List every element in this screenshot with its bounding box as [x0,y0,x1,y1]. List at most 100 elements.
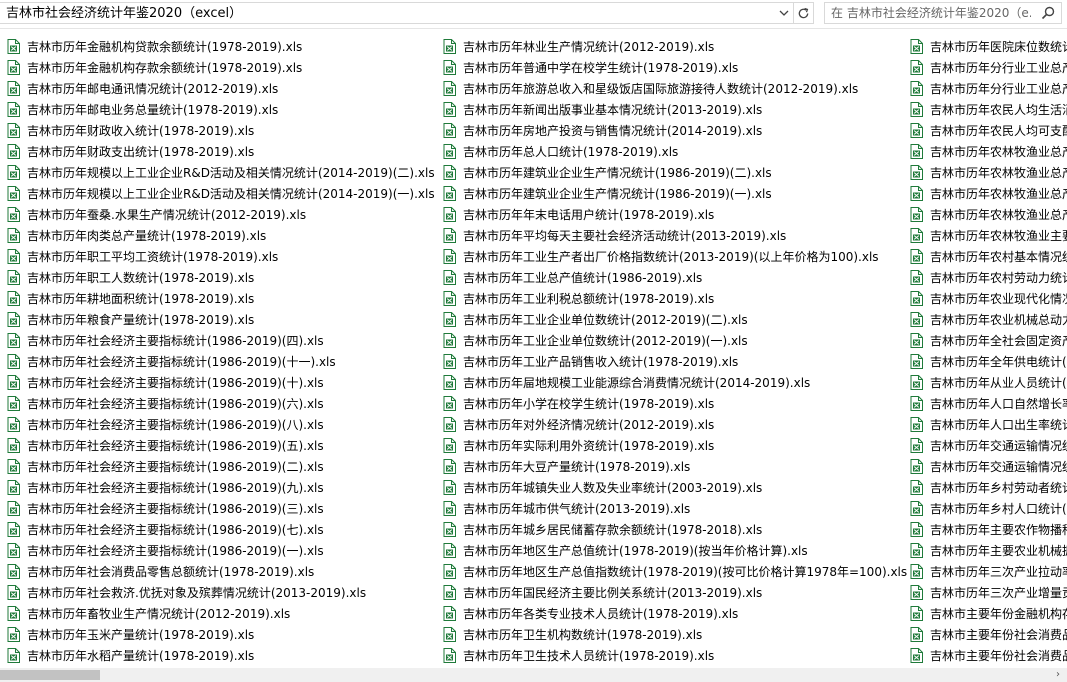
file-item[interactable]: 吉林市历年乡村劳动者统计 [910,477,1067,498]
file-item[interactable]: 吉林市历年邮电业务总量统计(1978-2019).xls [7,99,435,120]
file-item[interactable]: 吉林市历年总人口统计(1978-2019).xls [443,141,907,162]
file-item[interactable]: 吉林市历年农林牧渔业总产 [910,204,1067,225]
file-item[interactable]: 吉林市历年规模以上工业企业R&D活动及相关情况统计(2014-2019)(一).… [7,183,435,204]
file-item[interactable]: 吉林市历年职工平均工资统计(1978-2019).xls [7,246,435,267]
file-item[interactable]: 吉林市历年邮电通讯情况统计(2012-2019).xls [7,78,435,99]
file-item[interactable]: 吉林市历年水稻产量统计(1978-2019).xls [7,645,435,666]
file-item[interactable]: 吉林市历年对外经济情况统计(2012-2019).xls [443,414,907,435]
file-item[interactable]: 吉林市历年国民经济主要比例关系统计(2013-2019).xls [443,582,907,603]
file-item[interactable]: 吉林市历年农民人均生活消 [910,99,1067,120]
file-item[interactable]: 吉林市历年地区生产总值统计(1978-2019)(按当年价格计算).xls [443,540,907,561]
file-item[interactable]: 吉林市历年实际利用外资统计(1978-2019).xls [443,435,907,456]
file-item[interactable]: 吉林市历年耕地面积统计(1978-2019).xls [7,288,435,309]
file-item[interactable]: 吉林市历年社会经济主要指标统计(1986-2019)(二).xls [7,456,435,477]
file-item[interactable]: 吉林市历年社会经济主要指标统计(1986-2019)(八).xls [7,414,435,435]
file-item[interactable]: 吉林市历年畜牧业生产情况统计(2012-2019).xls [7,603,435,624]
file-item[interactable]: 吉林市历年农林牧渔业总产 [910,162,1067,183]
file-item[interactable]: 吉林市历年地区生产总值指数统计(1978-2019)(按可比价格计算1978年=… [443,561,907,582]
scrollbar-thumb[interactable] [0,670,100,680]
file-item[interactable]: 吉林市历年旅游总收入和星级饭店国际旅游接待人数统计(2012-2019).xls [443,78,907,99]
file-item[interactable]: 吉林市历年屇地规模工业能源综合消费情况统计(2014-2019).xls [443,372,907,393]
file-item[interactable]: 吉林市历年工业生产者出厂价格指数统计(2013-2019)(以上年价格为100)… [443,246,907,267]
search-box[interactable] [824,2,1062,24]
file-item[interactable]: 吉林市历年人口自然增长率 [910,393,1067,414]
file-item[interactable]: 吉林市历年各类专业技术人员统计(1978-2019).xls [443,603,907,624]
file-item[interactable]: 吉林市历年乡村人口统计(1 [910,498,1067,519]
file-item[interactable]: 吉林市历年城市供气统计(2013-2019).xls [443,498,907,519]
file-item[interactable]: 吉林市历年粮食产量统计(1978-2019).xls [7,309,435,330]
file-item[interactable]: 吉林市历年普通中学在校学生统计(1978-2019).xls [443,57,907,78]
file-item[interactable]: 吉林市历年社会经济主要指标统计(1986-2019)(十).xls [7,372,435,393]
file-item[interactable]: 吉林市历年三次产业拉动率 [910,561,1067,582]
file-item[interactable]: 吉林市主要年份社会消费品 [910,624,1067,645]
file-item[interactable]: 吉林市历年玉米产量统计(1978-2019).xls [7,624,435,645]
file-item[interactable]: 吉林市历年社会经济主要指标统计(1986-2019)(九).xls [7,477,435,498]
file-item[interactable]: 吉林市历年财政支出统计(1978-2019).xls [7,141,435,162]
file-item[interactable]: 吉林市历年蚕桑.水果生产情况统计(2012-2019).xls [7,204,435,225]
search-input[interactable] [831,4,1031,22]
file-item[interactable]: 吉林市历年社会经济主要指标统计(1986-2019)(十一).xls [7,351,435,372]
file-item[interactable]: 吉林市历年社会经济主要指标统计(1986-2019)(三).xls [7,498,435,519]
file-item[interactable]: 吉林市历年交通运输情况统 [910,456,1067,477]
file-item[interactable]: 吉林市主要年份金融机构存 [910,603,1067,624]
file-item[interactable]: 吉林市历年平均每天主要社会经济活动统计(2013-2019).xls [443,225,907,246]
file-item[interactable]: 吉林市历年主要农业机械拥 [910,540,1067,561]
file-item[interactable]: 吉林市历年全社会固定资产 [910,330,1067,351]
file-item[interactable]: 吉林市历年财政收入统计(1978-2019).xls [7,120,435,141]
scroll-right-icon[interactable]: › [1053,668,1063,682]
file-item[interactable]: 吉林市历年金融机构存款余额统计(1978-2019).xls [7,57,435,78]
file-item[interactable]: 吉林市历年职工人数统计(1978-2019).xls [7,267,435,288]
file-item[interactable]: 吉林市历年规模以上工业企业R&D活动及相关情况统计(2014-2019)(二).… [7,162,435,183]
file-item[interactable]: 吉林市历年三次产业增量贡 [910,582,1067,603]
file-item[interactable]: 吉林市历年社会经济主要指标统计(1986-2019)(一).xls [7,540,435,561]
file-item[interactable]: 吉林市历年大豆产量统计(1978-2019).xls [443,456,907,477]
file-item[interactable]: 吉林市历年从业人员统计(1 [910,372,1067,393]
file-item[interactable]: 吉林市历年卫生技术人员统计(1978-2019).xls [443,645,907,666]
file-item[interactable]: 吉林市历年农业机械总动力 [910,309,1067,330]
file-item[interactable]: 吉林市历年社会经济主要指标统计(1986-2019)(六).xls [7,393,435,414]
refresh-icon[interactable] [794,2,814,24]
file-item[interactable]: 吉林市历年社会经济主要指标统计(1986-2019)(五).xls [7,435,435,456]
file-item[interactable]: 吉林市历年工业产品销售收入统计(1978-2019).xls [443,351,907,372]
file-item[interactable]: 吉林市历年人口出生率统计 [910,414,1067,435]
file-item[interactable]: 吉林市历年农林牧渔业主要 [910,225,1067,246]
file-item[interactable]: 吉林市历年农林牧渔业总产 [910,183,1067,204]
file-item[interactable]: 吉林市历年农林牧渔业总产 [910,141,1067,162]
file-item[interactable]: 吉林市历年城镇失业人数及失业率统计(2003-2019).xls [443,477,907,498]
file-item[interactable]: 吉林市历年工业企业单位数统计(2012-2019)(一).xls [443,330,907,351]
file-item[interactable]: 吉林市历年工业总产值统计(1986-2019).xls [443,267,907,288]
file-item[interactable]: 吉林市历年房地产投资与销售情况统计(2014-2019).xls [443,120,907,141]
file-item[interactable]: 吉林市历年工业利税总额统计(1978-2019).xls [443,288,907,309]
file-item[interactable]: 吉林市历年社会消费品零售总额统计(1978-2019).xls [7,561,435,582]
search-icon[interactable] [1041,6,1055,20]
file-item[interactable]: 吉林市历年主要农作物播种 [910,519,1067,540]
file-item[interactable]: 吉林市历年农村基本情况统 [910,246,1067,267]
file-item[interactable]: 吉林市历年医院床位数统计 [910,36,1067,57]
file-item[interactable]: 吉林市历年交通运输情况统 [910,435,1067,456]
file-item[interactable]: 吉林市历年农业现代化情况 [910,288,1067,309]
file-item[interactable]: 吉林市历年全年供电统计(2 [910,351,1067,372]
address-bar[interactable]: 吉林市社会经济统计年鉴2020（excel） [0,2,794,24]
file-item[interactable]: 吉林市历年年末电话用户统计(1978-2019).xls [443,204,907,225]
file-item[interactable]: 吉林市历年金融机构贷款余额统计(1978-2019).xls [7,36,435,57]
file-item[interactable]: 吉林市历年城乡居民储蓄存款余额统计(1978-2018).xls [443,519,907,540]
file-item[interactable]: 吉林市历年建筑业企业生产情况统计(1986-2019)(二).xls [443,162,907,183]
file-item[interactable]: 吉林市历年肉类总产量统计(1978-2019).xls [7,225,435,246]
file-item[interactable]: 吉林市历年社会救济.优抚对象及殡葬情况统计(2013-2019).xls [7,582,435,603]
horizontal-scrollbar[interactable]: › [0,668,1067,682]
chevron-down-icon[interactable] [775,3,793,23]
file-item[interactable]: 吉林市历年小学在校学生统计(1978-2019).xls [443,393,907,414]
file-item[interactable]: 吉林市历年林业生产情况统计(2012-2019).xls [443,36,907,57]
address-path[interactable]: 吉林市社会经济统计年鉴2020（excel） [6,5,776,22]
file-item[interactable]: 吉林市历年社会经济主要指标统计(1986-2019)(七).xls [7,519,435,540]
file-item[interactable]: 吉林市历年分行业工业总产 [910,78,1067,99]
file-item[interactable]: 吉林市历年工业企业单位数统计(2012-2019)(二).xls [443,309,907,330]
file-item[interactable]: 吉林市历年社会经济主要指标统计(1986-2019)(四).xls [7,330,435,351]
file-item[interactable]: 吉林市历年农民人均可支配 [910,120,1067,141]
file-item[interactable]: 吉林市主要年份社会消费品 [910,645,1067,666]
file-item[interactable]: 吉林市历年卫生机构数统计(1978-2019).xls [443,624,907,645]
file-item[interactable]: 吉林市历年建筑业企业生产情况统计(1986-2019)(一).xls [443,183,907,204]
file-item[interactable]: 吉林市历年新闻出版事业基本情况统计(2013-2019).xls [443,99,907,120]
file-item[interactable]: 吉林市历年农村劳动力统计 [910,267,1067,288]
file-item[interactable]: 吉林市历年分行业工业总产 [910,57,1067,78]
